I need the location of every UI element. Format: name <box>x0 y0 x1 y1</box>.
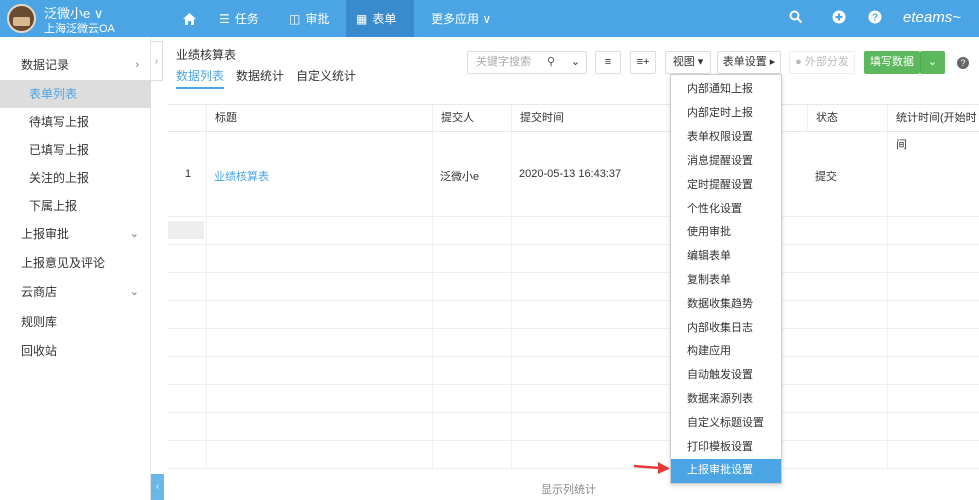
external-distribute-button[interactable]: ● 外部分发 <box>789 51 855 74</box>
sidebar-item-form-list[interactable]: 表单列表 <box>0 80 151 108</box>
form-settings-menu: 内部通知上报 内部定时上报 表单权限设置 消息提醒设置 定时提醒设置 个性化设置… <box>670 74 782 484</box>
sidebar-item-to-fill[interactable]: 待填写上报 <box>0 108 151 136</box>
row-submit-time: 2020-05-13 16:43:37 <box>519 168 622 180</box>
tab-custom-stats[interactable]: 自定义统计 <box>296 67 356 84</box>
nav-more-apps[interactable]: 更多应用 ∨ <box>421 0 501 37</box>
menu-item-internal-notice[interactable]: 内部通知上报 <box>671 78 781 102</box>
col-title[interactable]: 标题 <box>206 105 432 132</box>
view-button[interactable]: 视图 ▾ <box>665 51 711 74</box>
svg-text:?: ? <box>872 13 878 24</box>
column-stats-footer[interactable]: 显示列统计 <box>541 481 596 497</box>
search-icon[interactable]: ⚲ <box>547 55 555 68</box>
chevron-down-icon: ⌄ <box>927 56 938 68</box>
table-icon: ▦ <box>356 11 368 26</box>
tab-data-list[interactable]: 数据列表 <box>176 67 225 89</box>
avatar[interactable] <box>7 4 36 33</box>
chevron-down-icon: ⌄ <box>129 228 139 240</box>
menu-item-data-sources[interactable]: 数据来源列表 <box>671 388 781 412</box>
col-stat-time[interactable]: 统计时间(开始时间 <box>887 105 979 151</box>
menu-item-print-template[interactable]: 打印模板设置 <box>671 436 781 460</box>
column-divider <box>206 132 207 469</box>
org-name: 上海泛微云OA <box>44 23 115 35</box>
table-row <box>168 273 979 301</box>
add-icon[interactable] <box>832 10 846 24</box>
fill-data-button[interactable]: 填写数据 <box>864 51 920 74</box>
menu-item-collection-log[interactable]: 内部收集日志 <box>671 317 781 341</box>
menu-item-use-approval[interactable]: 使用审批 <box>671 221 781 245</box>
menu-item-custom-title[interactable]: 自定义标题设置 <box>671 412 781 436</box>
menu-item-collection-trend[interactable]: 数据收集趋势 <box>671 293 781 317</box>
expand-panel-button[interactable]: ‹ <box>151 474 164 500</box>
collapse-sidebar-button[interactable]: › <box>151 41 163 81</box>
row-number: 1 <box>185 168 192 180</box>
approval-icon: ◫ <box>289 11 301 26</box>
menu-item-edit-form[interactable]: 编辑表单 <box>671 245 781 269</box>
table-row[interactable]: 1 业绩核算表 泛微小e 2020-05-13 16:43:37 提交 <box>168 132 979 217</box>
chevron-right-icon: › <box>135 59 139 71</box>
tab-data-stats[interactable]: 数据统计 <box>236 67 284 84</box>
table-row <box>168 385 979 413</box>
menu-item-personalize[interactable]: 个性化设置 <box>671 198 781 222</box>
sidebar-item-subordinate[interactable]: 下属上报 <box>0 192 151 220</box>
search-icon[interactable] <box>789 10 803 24</box>
column-divider <box>887 132 888 469</box>
chevron-down-icon: ⌄ <box>570 56 581 68</box>
nav-forms[interactable]: ▦ 表单 <box>346 0 414 37</box>
help-icon[interactable]: ? <box>957 57 969 69</box>
page-title: 业绩核算表 <box>176 48 237 62</box>
add-list-icon: ≡+ <box>636 56 650 68</box>
sidebar-item-report-approval[interactable]: 上报审批 ⌄ <box>0 220 151 248</box>
sidebar-item-cloud-store[interactable]: 云商店 ⌄ <box>0 278 151 306</box>
sidebar-item-rules[interactable]: 规则库 <box>0 308 151 336</box>
menu-item-report-approval-settings[interactable]: 上报审批设置 <box>671 459 781 483</box>
menu-item-copy-form[interactable]: 复制表单 <box>671 269 781 293</box>
top-bar: 泛微小e ∨ 上海泛微云OA ☰ 任务 ◫ 审批 ▦ 表单 更多应用 ∨ ? etea… <box>0 0 979 37</box>
table-row <box>168 301 979 329</box>
menu-item-message-reminder[interactable]: 消息提醒设置 <box>671 150 781 174</box>
column-divider <box>511 132 512 469</box>
row-title-link[interactable]: 业绩核算表 <box>214 168 269 184</box>
menu-item-form-permissions[interactable]: 表单权限设置 <box>671 126 781 150</box>
home-icon <box>183 12 196 25</box>
row-submitter: 泛微小e <box>440 171 480 183</box>
column-divider <box>432 132 433 469</box>
table-header: 标题 提交人 提交时间 状态 统计时间(开始时间 <box>168 104 979 151</box>
sidebar-item-recycle[interactable]: 回收站 <box>0 337 151 365</box>
table-row <box>168 357 979 385</box>
menu-icon: ≡ <box>604 56 612 68</box>
nav-approval[interactable]: ◫ 审批 <box>279 0 339 37</box>
sidebar-item-filled[interactable]: 已填写上报 <box>0 136 151 164</box>
menu-item-build-app[interactable]: 构建应用 <box>671 340 781 364</box>
sidebar-item-followed[interactable]: 关注的上报 <box>0 164 151 192</box>
menu-item-scheduled-reminder[interactable]: 定时提醒设置 <box>671 174 781 198</box>
list-icon: ☰ <box>219 11 230 26</box>
chevron-down-icon: ⌄ <box>129 286 139 298</box>
list-view-button[interactable]: ≡ <box>595 51 621 74</box>
menu-item-auto-trigger[interactable]: 自动触发设置 <box>671 364 781 388</box>
table-row <box>168 217 979 245</box>
col-status[interactable]: 状态 <box>807 105 887 132</box>
nav-tasks[interactable]: ☰ 任务 <box>209 0 269 37</box>
row-status: 提交 <box>815 171 837 183</box>
data-table: 标题 提交人 提交时间 状态 统计时间(开始时间 1 业绩核算表 泛微小e 20… <box>168 104 979 500</box>
table-row <box>168 441 979 469</box>
form-settings-button[interactable]: 表单设置 ▸ <box>717 51 781 74</box>
help-icon[interactable]: ? <box>868 10 882 24</box>
menu-item-internal-scheduled[interactable]: 内部定时上报 <box>671 102 781 126</box>
col-submitter[interactable]: 提交人 <box>432 105 511 132</box>
sidebar-item-data-records[interactable]: 数据记录 › <box>0 51 151 79</box>
home-nav[interactable] <box>172 0 207 37</box>
add-column-button[interactable]: ≡+ <box>630 51 656 74</box>
table-row <box>168 245 979 273</box>
table-row <box>168 413 979 441</box>
brand-logo: eteams~ <box>903 9 961 26</box>
fill-data-dropdown[interactable]: ⌄ <box>920 51 945 74</box>
table-row <box>168 329 979 357</box>
sidebar-item-comments[interactable]: 上报意见及评论 <box>0 249 151 277</box>
search-options-button[interactable]: ⌄ <box>565 51 587 74</box>
red-pointer-arrow-icon <box>634 462 670 474</box>
dot-icon: ● <box>795 56 805 68</box>
sidebar: 数据记录 › 表单列表 待填写上报 已填写上报 关注的上报 下属上报 上报审批 ⌄ … <box>0 37 151 500</box>
